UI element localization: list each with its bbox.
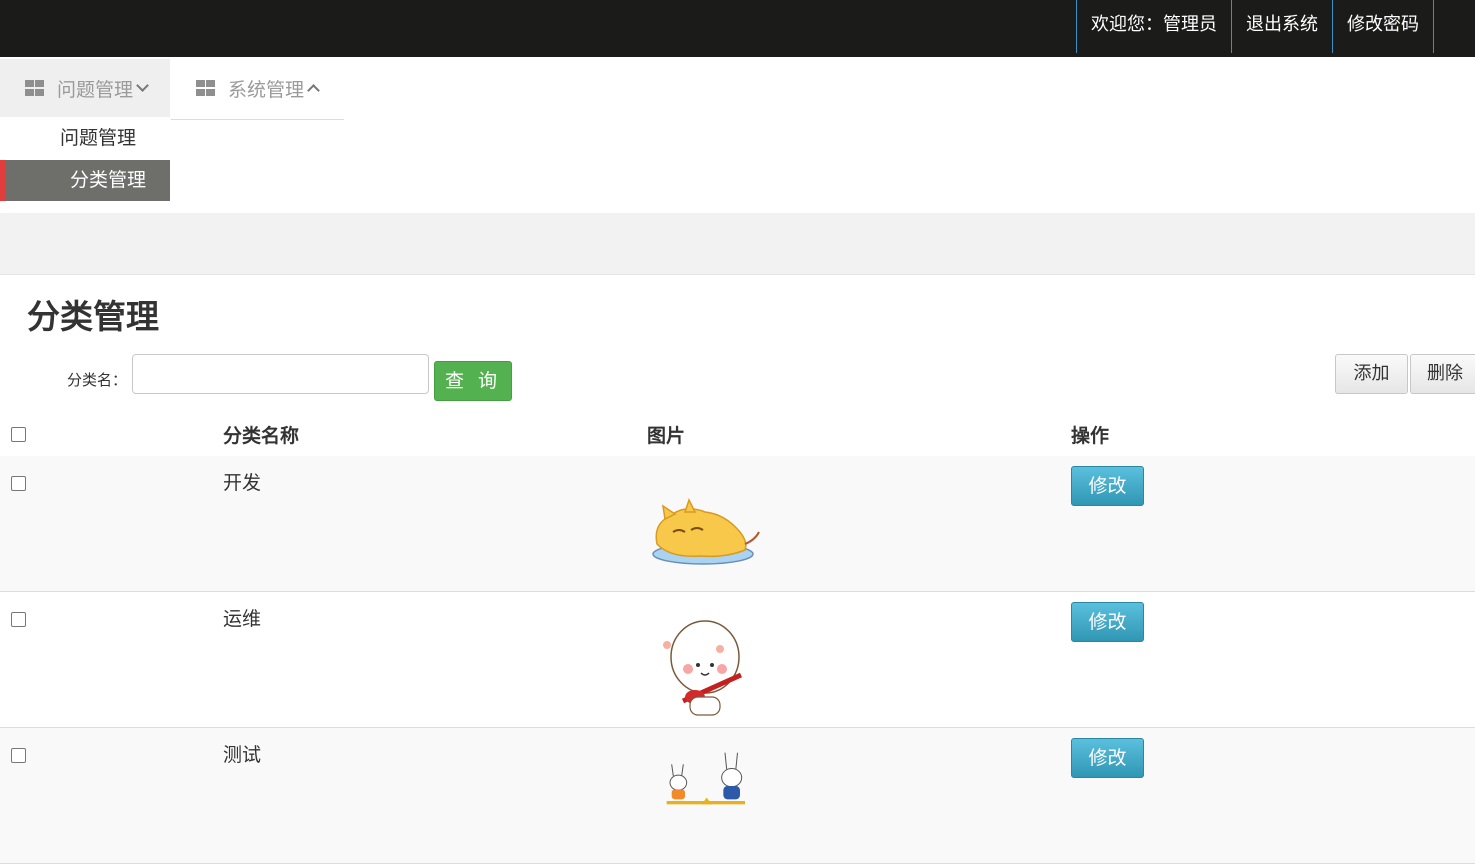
menu-question-management[interactable]: 问题管理 bbox=[0, 59, 170, 117]
top-nav: 欢迎您：管理员 退出系统 修改密码 bbox=[1076, 0, 1434, 53]
menu-system-management[interactable]: 系统管理 bbox=[171, 59, 344, 120]
edit-button[interactable]: 修改 bbox=[1071, 466, 1144, 506]
breadcrumb-band bbox=[0, 213, 1475, 275]
table-header: 分类名称 图片 操作 bbox=[0, 415, 1475, 457]
guitar-bun-sticker-image bbox=[663, 620, 743, 716]
grid-icon bbox=[25, 80, 44, 96]
select-all-checkbox[interactable] bbox=[11, 427, 26, 442]
column-header-name: 分类名称 bbox=[223, 425, 300, 447]
column-header-image: 图片 bbox=[647, 425, 686, 447]
row-checkbox[interactable] bbox=[11, 748, 26, 763]
category-name: 运维 bbox=[223, 608, 262, 630]
table-row: 测试 修改 bbox=[0, 728, 1475, 864]
search-button[interactable]: 查 询 bbox=[434, 361, 512, 401]
submenu-item-question-management[interactable]: 问题管理 bbox=[0, 117, 170, 159]
submenu-item-category-management[interactable]: 分类管理 bbox=[0, 160, 170, 201]
chevron-up-icon bbox=[307, 84, 320, 97]
submenu: 问题管理 分类管理 bbox=[0, 117, 170, 214]
change-password-link[interactable]: 修改密码 bbox=[1332, 0, 1434, 53]
yellow-cat-sticker-image bbox=[652, 498, 760, 565]
column-header-actions: 操作 bbox=[1071, 425, 1110, 447]
category-name: 开发 bbox=[223, 472, 262, 494]
menu-system-management-label: 系统管理 bbox=[228, 78, 305, 101]
grid-icon bbox=[196, 80, 215, 96]
welcome-user-link[interactable]: 欢迎您：管理员 bbox=[1076, 0, 1231, 53]
table-row: 运维 修改 bbox=[0, 592, 1475, 728]
table-row: 开发 修改 bbox=[0, 456, 1475, 592]
category-name-input[interactable] bbox=[132, 354, 429, 394]
row-checkbox[interactable] bbox=[11, 476, 26, 491]
edit-button[interactable]: 修改 bbox=[1071, 738, 1144, 778]
delete-button[interactable]: 删除 bbox=[1410, 354, 1475, 394]
bunny-seesaw-sticker-image bbox=[666, 752, 745, 805]
row-checkbox[interactable] bbox=[11, 612, 26, 627]
edit-button[interactable]: 修改 bbox=[1071, 602, 1144, 642]
page-title: 分类管理 bbox=[27, 297, 159, 336]
category-name: 测试 bbox=[223, 744, 262, 766]
menu-question-management-label: 问题管理 bbox=[57, 78, 134, 101]
search-label: 分类名： bbox=[67, 371, 128, 389]
logout-link[interactable]: 退出系统 bbox=[1231, 0, 1332, 53]
chevron-down-icon bbox=[136, 79, 149, 92]
add-button[interactable]: 添加 bbox=[1335, 354, 1408, 394]
